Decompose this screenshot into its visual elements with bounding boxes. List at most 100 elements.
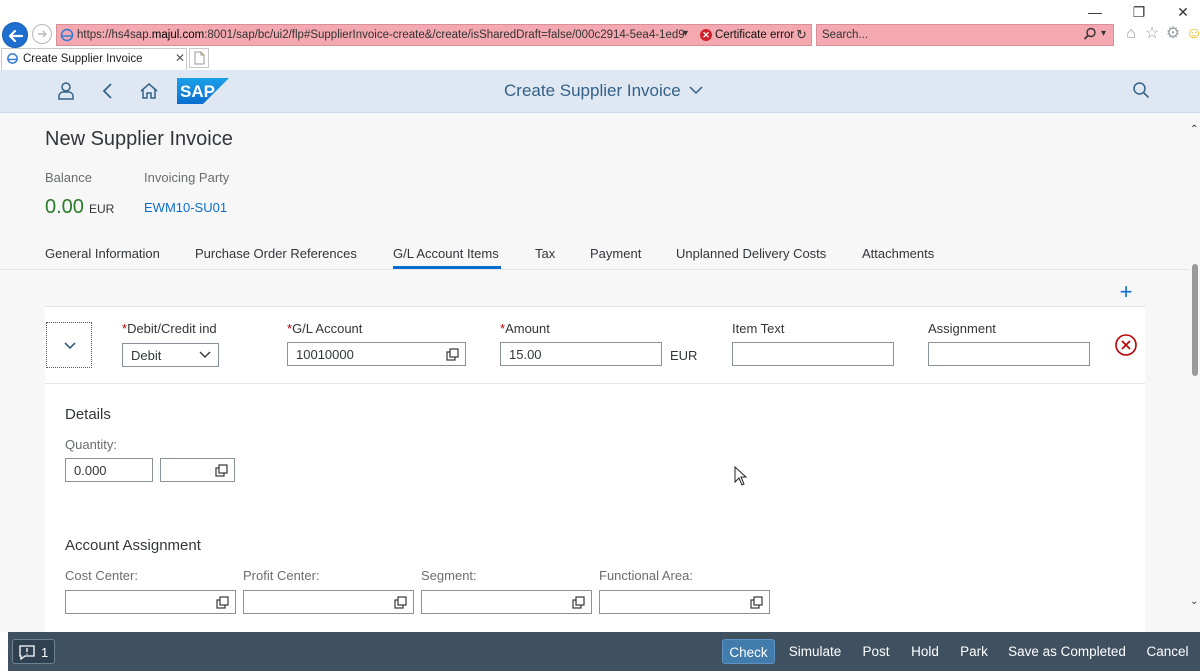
tab-payment[interactable]: Payment xyxy=(590,246,641,261)
message-count: 1 xyxy=(41,645,49,660)
amount-currency: EUR xyxy=(670,348,698,363)
amount-input[interactable]: 15.00 xyxy=(500,342,662,366)
close-tab-icon[interactable]: ✕ xyxy=(175,51,185,65)
cost-center-label: Cost Center: xyxy=(65,568,138,583)
hold-button[interactable]: Hold xyxy=(904,639,946,664)
search-placeholder: Search... xyxy=(822,29,869,41)
save-as-completed-button[interactable]: Save as Completed xyxy=(1004,639,1130,664)
segment-input[interactable] xyxy=(421,590,592,614)
url-text: https://hs4sap.majul.com:8001/sap/bc/ui2… xyxy=(77,29,685,41)
debit-credit-label: *Debit/Credit ind xyxy=(122,321,217,336)
invoicing-party-label: Invoicing Party xyxy=(144,170,230,185)
item-text-label: Item Text xyxy=(732,321,785,336)
details-title: Details xyxy=(65,406,111,423)
tab-unplanned-delivery-costs[interactable]: Unplanned Delivery Costs xyxy=(676,246,826,261)
feedback-smiley-icon[interactable]: ☺ xyxy=(1185,25,1200,43)
value-help-icon[interactable] xyxy=(216,596,229,609)
chevron-down-icon xyxy=(199,351,211,358)
ie-page-icon xyxy=(7,53,18,64)
content-margin-left xyxy=(0,270,45,632)
profit-center-label: Profit Center: xyxy=(243,568,320,583)
delete-row-icon[interactable] xyxy=(1114,333,1138,357)
restore-icon[interactable]: ❐ xyxy=(1129,4,1149,21)
add-item-icon[interactable]: + xyxy=(1116,281,1136,303)
gl-account-input[interactable]: 10010000 xyxy=(287,342,466,366)
quantity-value: 0.000 xyxy=(74,463,107,478)
scrollbar-thumb[interactable] xyxy=(1192,264,1198,376)
search-dropdown-icon[interactable]: ▾ xyxy=(1101,28,1106,39)
toolbar-area xyxy=(45,270,1145,306)
balance-label: Balance xyxy=(45,170,92,185)
item-text-input[interactable] xyxy=(732,342,894,366)
gl-account-value: 10010000 xyxy=(296,347,354,362)
debit-credit-select[interactable]: Debit xyxy=(122,343,219,367)
browser-search-input[interactable]: Search... ▾ xyxy=(816,24,1114,46)
value-help-icon[interactable] xyxy=(572,596,585,609)
profit-center-input[interactable] xyxy=(243,590,414,614)
assignment-input[interactable] xyxy=(928,342,1090,366)
favorites-star-icon[interactable]: ☆ xyxy=(1143,25,1161,43)
tab-attachments[interactable]: Attachments xyxy=(862,246,934,261)
search-icon[interactable] xyxy=(1130,79,1152,101)
active-tab-indicator xyxy=(393,266,501,269)
balance-value: 0.00 xyxy=(45,196,84,218)
page-title: New Supplier Invoice xyxy=(45,128,233,150)
quantity-unit-input[interactable] xyxy=(160,458,235,482)
mouse-pointer-icon xyxy=(734,466,748,486)
tab-tax[interactable]: Tax xyxy=(535,246,555,261)
simulate-button[interactable]: Simulate xyxy=(784,639,846,664)
tab-title: Create Supplier Invoice xyxy=(23,53,143,65)
close-window-icon[interactable]: ✕ xyxy=(1173,4,1193,21)
chevron-down-icon[interactable] xyxy=(688,83,704,97)
back-chevron-icon[interactable] xyxy=(97,80,119,102)
tab-general-information[interactable]: General Information xyxy=(45,246,160,261)
refresh-icon[interactable]: ↻ xyxy=(796,27,807,43)
home-icon[interactable]: ⌂ xyxy=(1122,25,1140,43)
sap-logo[interactable]: SAP xyxy=(177,78,229,104)
certificate-error-icon[interactable]: ✕ xyxy=(700,29,712,41)
minimize-icon[interactable]: — xyxy=(1085,4,1105,20)
chevron-down-icon xyxy=(64,342,76,350)
message-popover-button[interactable]: 1 xyxy=(12,639,55,664)
address-dropdown-icon[interactable]: ▾ xyxy=(683,28,688,39)
shell-app-title[interactable]: Create Supplier Invoice xyxy=(504,81,681,101)
segment-label: Segment: xyxy=(421,568,477,583)
scroll-up-icon[interactable]: ⌃ xyxy=(1190,124,1198,135)
park-button[interactable]: Park xyxy=(954,639,994,664)
post-button[interactable]: Post xyxy=(856,639,896,664)
account-assignment-title: Account Assignment xyxy=(65,537,201,554)
tab-gl-account-items[interactable]: G/L Account Items xyxy=(393,246,499,261)
svg-text:SAP: SAP xyxy=(180,82,215,101)
value-help-icon[interactable] xyxy=(750,596,763,609)
amount-value: 15.00 xyxy=(509,347,542,362)
invoicing-party-link[interactable]: EWM10-SU01 xyxy=(144,200,227,215)
back-arrow-icon[interactable] xyxy=(2,22,28,48)
quantity-label: Quantity: xyxy=(65,437,118,452)
browser-chrome: — ❐ ✕ https://hs4sap.majul.com:8001/sap/… xyxy=(0,0,1200,70)
message-icon xyxy=(19,645,35,660)
user-profile-icon[interactable] xyxy=(55,80,77,102)
value-help-icon[interactable] xyxy=(215,464,228,477)
check-button[interactable]: Check xyxy=(722,639,775,664)
assignment-label: Assignment xyxy=(928,321,996,336)
value-help-icon[interactable] xyxy=(446,348,459,361)
content-margin-right xyxy=(1145,270,1190,632)
cancel-button[interactable]: Cancel xyxy=(1140,639,1195,664)
amount-label: *Amount xyxy=(500,321,550,336)
value-help-icon[interactable] xyxy=(394,596,407,609)
tab-purchase-order-references[interactable]: Purchase Order References xyxy=(195,246,357,261)
cost-center-input[interactable] xyxy=(65,590,236,614)
certificate-error-text[interactable]: Certificate error xyxy=(715,29,794,41)
home-icon[interactable] xyxy=(138,80,160,102)
functional-area-input[interactable] xyxy=(599,590,770,614)
functional-area-label: Functional Area: xyxy=(599,568,693,583)
search-icon[interactable] xyxy=(1083,27,1097,41)
forward-arrow-icon[interactable] xyxy=(32,24,52,44)
expand-row-button[interactable] xyxy=(46,322,92,368)
address-bar[interactable]: https://hs4sap.majul.com:8001/sap/bc/ui2… xyxy=(56,24,812,46)
browser-tab[interactable]: Create Supplier Invoice ✕ xyxy=(1,48,187,70)
scroll-down-icon[interactable]: ⌄ xyxy=(1190,596,1198,607)
new-tab-button[interactable] xyxy=(189,48,209,68)
settings-gear-icon[interactable]: ⚙ xyxy=(1164,25,1182,43)
quantity-input[interactable]: 0.000 xyxy=(65,458,153,482)
